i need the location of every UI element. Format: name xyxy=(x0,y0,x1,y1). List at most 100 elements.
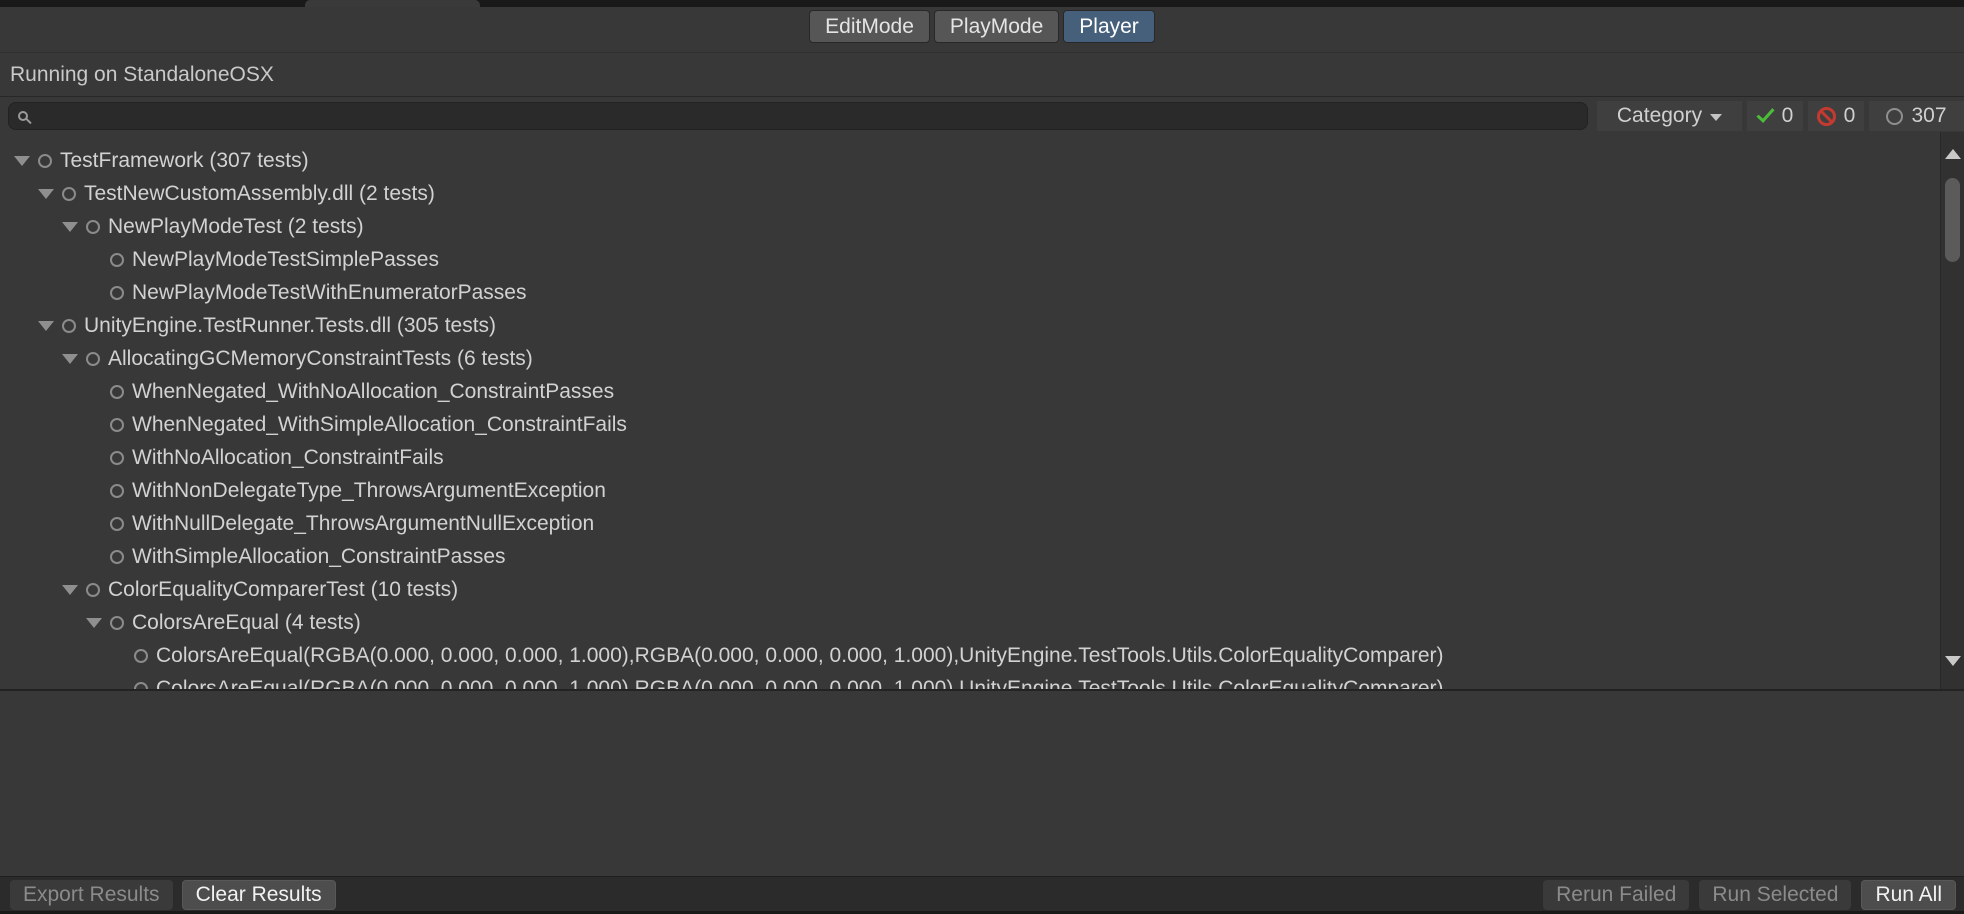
tree-row[interactable]: WithNonDelegateType_ThrowsArgumentExcept… xyxy=(0,474,1964,507)
tree-bottom-divider xyxy=(0,689,1964,691)
tree-row[interactable]: ColorsAreEqual(RGBA(0.000, 0.000, 0.000,… xyxy=(0,672,1964,689)
tree-row[interactable]: WithNullDelegate_ThrowsArgumentNullExcep… xyxy=(0,507,1964,540)
foldout-arrow[interactable] xyxy=(38,189,62,199)
foldout-triangle-icon xyxy=(38,321,54,331)
test-status-icon xyxy=(110,253,124,267)
rerun-failed-button: Rerun Failed xyxy=(1543,880,1689,910)
test-status-icon xyxy=(86,583,100,597)
test-status-icon xyxy=(110,550,124,564)
chevron-down-icon xyxy=(1710,114,1722,121)
test-status-icon xyxy=(134,682,148,690)
failed-filter-toggle[interactable]: 0 xyxy=(1808,101,1864,131)
test-status-icon xyxy=(62,319,76,333)
tree-row-label: ColorEqualityComparerTest (10 tests) xyxy=(108,578,458,602)
tree-row[interactable]: NewPlayModeTestWithEnumeratorPasses xyxy=(0,276,1964,309)
footer-left-buttons: Export Results Clear Results xyxy=(10,880,336,910)
tree-row-label: UnityEngine.TestRunner.Tests.dll (305 te… xyxy=(84,314,496,338)
tree-row-label: WithNullDelegate_ThrowsArgumentNullExcep… xyxy=(132,512,594,536)
foldout-triangle-icon xyxy=(14,156,30,166)
tree-row-label: NewPlayModeTestSimplePasses xyxy=(132,248,439,272)
foldout-arrow[interactable] xyxy=(62,222,86,232)
blocked-icon xyxy=(1817,107,1836,126)
tree-row[interactable]: ColorsAreEqual (4 tests) xyxy=(0,606,1964,639)
tree-row[interactable]: WithNoAllocation_ConstraintFails xyxy=(0,441,1964,474)
tree-row-label: ColorsAreEqual(RGBA(0.000, 0.000, 0.000,… xyxy=(156,677,1444,690)
footer-right-buttons: Rerun Failed Run Selected Run All xyxy=(1543,880,1956,910)
tree-row-label: NewPlayModeTestWithEnumeratorPasses xyxy=(132,281,527,305)
window-top-strip xyxy=(0,0,1964,7)
run-selected-button: Run Selected xyxy=(1699,880,1851,910)
tree-row[interactable]: WithSimpleAllocation_ConstraintPasses xyxy=(0,540,1964,573)
tree-row-label: WhenNegated_WithSimpleAllocation_Constra… xyxy=(132,413,627,437)
tree-row[interactable]: ColorsAreEqual(RGBA(0.000, 0.000, 0.000,… xyxy=(0,639,1964,672)
category-label: Category xyxy=(1617,104,1702,128)
test-tree: TestFramework (307 tests) TestNewCustomAs… xyxy=(0,132,1964,689)
test-status-icon xyxy=(110,484,124,498)
test-status-icon xyxy=(110,616,124,630)
tree-row[interactable]: ColorEqualityComparerTest (10 tests) xyxy=(0,573,1964,606)
tree-row[interactable]: TestNewCustomAssembly.dll (2 tests) xyxy=(0,177,1964,210)
tree-row-label: ColorsAreEqual(RGBA(0.000, 0.000, 0.000,… xyxy=(156,644,1444,668)
filter-bar: Category 0 0 307 xyxy=(0,96,1964,132)
foldout-arrow[interactable] xyxy=(38,321,62,331)
test-status-icon xyxy=(134,649,148,663)
notrun-filter-toggle[interactable]: 307 xyxy=(1869,101,1964,131)
test-status-icon xyxy=(38,154,52,168)
test-status-icon xyxy=(110,286,124,300)
check-icon xyxy=(1756,104,1774,123)
clear-results-button[interactable]: Clear Results xyxy=(182,880,336,910)
foldout-triangle-icon xyxy=(38,189,54,199)
test-status-icon xyxy=(110,517,124,531)
tree-row-label: WhenNegated_WithNoAllocation_ConstraintP… xyxy=(132,380,614,404)
tree-row[interactable]: UnityEngine.TestRunner.Tests.dll (305 te… xyxy=(0,309,1964,342)
search-icon xyxy=(18,111,28,121)
tree-row[interactable]: NewPlayModeTest (2 tests) xyxy=(0,210,1964,243)
foldout-arrow[interactable] xyxy=(62,354,86,364)
foldout-arrow[interactable] xyxy=(86,618,110,628)
tree-row-label: ColorsAreEqual (4 tests) xyxy=(132,611,361,635)
tab-playmode[interactable]: PlayMode xyxy=(934,10,1059,43)
tree-row[interactable]: WhenNegated_WithNoAllocation_ConstraintP… xyxy=(0,375,1964,408)
tree-row[interactable]: TestFramework (307 tests) xyxy=(0,144,1964,177)
foldout-triangle-icon xyxy=(62,585,78,595)
export-results-button: Export Results xyxy=(10,880,173,910)
tree-row[interactable]: NewPlayModeTestSimplePasses xyxy=(0,243,1964,276)
test-status-icon xyxy=(110,451,124,465)
tree-scrollbar[interactable] xyxy=(1940,132,1964,689)
foldout-arrow[interactable] xyxy=(14,156,38,166)
mode-toolbar: EditModePlayModePlayer xyxy=(0,7,1964,52)
category-dropdown[interactable]: Category xyxy=(1597,101,1742,131)
mode-tabs: EditModePlayModePlayer xyxy=(809,10,1155,43)
failed-count: 0 xyxy=(1844,104,1856,128)
tab-player[interactable]: Player xyxy=(1063,10,1155,43)
test-status-icon xyxy=(86,220,100,234)
search-input[interactable] xyxy=(35,105,1587,127)
circle-icon xyxy=(1886,108,1903,125)
tree-row[interactable]: WhenNegated_WithSimpleAllocation_Constra… xyxy=(0,408,1964,441)
tab-editmode[interactable]: EditMode xyxy=(809,10,930,43)
foldout-arrow[interactable] xyxy=(62,585,86,595)
scrollbar-thumb[interactable] xyxy=(1945,178,1960,262)
tree-row-label: WithNonDelegateType_ThrowsArgumentExcept… xyxy=(132,479,606,503)
status-text: Running on StandaloneOSX xyxy=(10,63,274,87)
scroll-up-icon[interactable] xyxy=(1945,149,1961,159)
tree-row-label: TestFramework (307 tests) xyxy=(60,149,309,173)
test-status-icon xyxy=(62,187,76,201)
tree-row-label: AllocatingGCMemoryConstraintTests (6 tes… xyxy=(108,347,533,371)
tree-row-label: TestNewCustomAssembly.dll (2 tests) xyxy=(84,182,435,206)
tree-row-label: WithSimpleAllocation_ConstraintPasses xyxy=(132,545,506,569)
foldout-triangle-icon xyxy=(62,354,78,364)
tree-row-label: WithNoAllocation_ConstraintFails xyxy=(132,446,444,470)
notrun-count: 307 xyxy=(1911,104,1946,128)
tree-row[interactable]: AllocatingGCMemoryConstraintTests (6 tes… xyxy=(0,342,1964,375)
scroll-down-icon[interactable] xyxy=(1945,656,1961,666)
footer-bar: Export Results Clear Results Rerun Failed… xyxy=(0,876,1964,914)
test-status-icon xyxy=(110,418,124,432)
test-status-icon xyxy=(110,385,124,399)
status-bar: Running on StandaloneOSX xyxy=(0,52,1964,96)
search-field[interactable] xyxy=(8,102,1588,130)
window-doc-tab xyxy=(305,0,480,7)
passed-filter-toggle[interactable]: 0 xyxy=(1747,101,1803,131)
test-status-icon xyxy=(86,352,100,366)
run-all-button[interactable]: Run All xyxy=(1861,880,1956,910)
